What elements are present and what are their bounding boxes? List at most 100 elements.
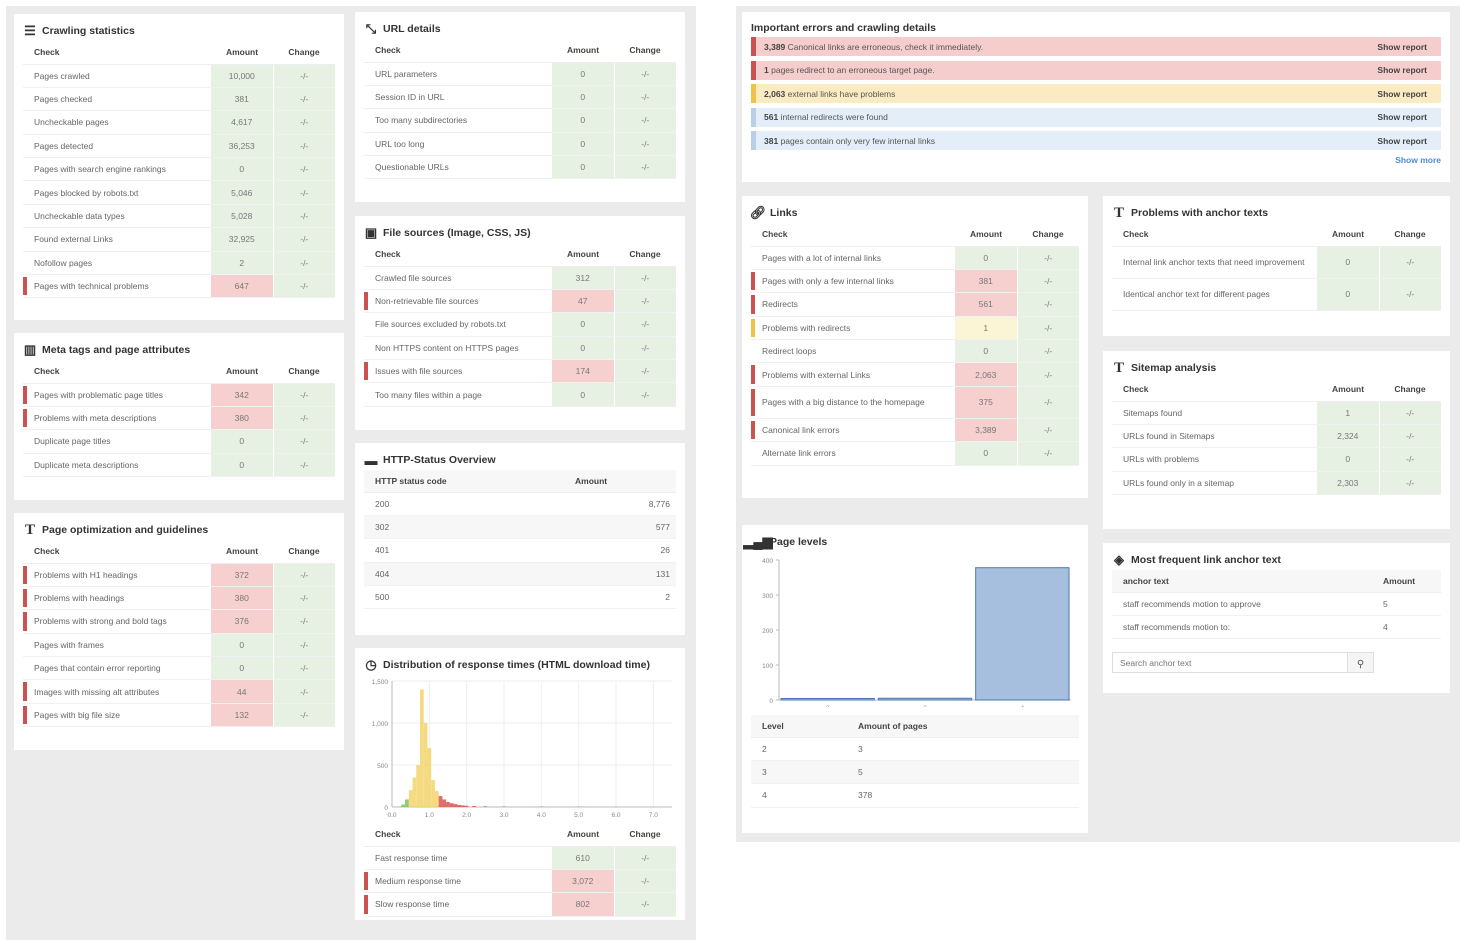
table-row[interactable]: Medium response time 3,072 -/- [364, 869, 676, 894]
table-row[interactable]: URLs with problems 0 -/- [1112, 447, 1441, 472]
error-count: 1 [764, 65, 769, 75]
table-row[interactable]: Non-retrievable file sources 47 -/- [364, 289, 676, 314]
change-cell: -/- [1378, 401, 1441, 425]
bar-chart-icon: ▂▄▆ [743, 534, 773, 549]
status-code: 404 [364, 562, 564, 587]
error-text: 2,063 external links have problems [764, 89, 895, 99]
table-row[interactable]: Uncheckable pages 4,617 -/- [23, 110, 335, 135]
table-row[interactable]: Found external Links 32,925 -/- [23, 227, 335, 252]
table-row[interactable]: Non HTTPS content on HTTPS pages 0 -/- [364, 336, 676, 361]
table-row[interactable]: URLs found only in a sitemap 2,303 -/- [1112, 471, 1441, 496]
http-header-amount: Amount [564, 470, 676, 493]
table-row[interactable]: Pages with technical problems 647 -/- [23, 274, 335, 299]
table-row[interactable]: Sitemaps found 1 -/- [1112, 401, 1441, 425]
change-cell: -/- [272, 110, 335, 135]
table-row[interactable]: Questionable URLs 0 -/- [364, 155, 676, 180]
status-amount-link[interactable]: 2 [564, 585, 676, 610]
show-report-link[interactable]: Show report [1377, 65, 1427, 75]
table-row[interactable]: Problems with meta descriptions 380 -/- [23, 406, 335, 431]
table-row[interactable]: Session ID in URL 0 -/- [364, 85, 676, 110]
status-amount-link[interactable]: 8,776 [564, 492, 676, 516]
table-row[interactable]: Too many subdirectories 0 -/- [364, 108, 676, 133]
anchor-search-input[interactable] [1113, 653, 1347, 673]
table-row[interactable]: Problems with H1 headings 372 -/- [23, 563, 335, 587]
table-row[interactable]: Pages with problematic page titles 342 -/- [23, 383, 335, 407]
change-cell: -/- [613, 312, 676, 337]
sitemap-title: T Sitemap analysis [1112, 358, 1441, 378]
check-label: Pages blocked by robots.txt [23, 180, 211, 205]
table-row[interactable]: Pages that contain error reporting 0 -/- [23, 656, 335, 681]
image-icon: ▣ [364, 225, 378, 240]
table-row: 35 [751, 760, 1079, 785]
table-row[interactable]: Pages with only a few internal links 381-… [751, 269, 1079, 294]
amount-cell: 381 [211, 87, 273, 112]
search-button[interactable]: ⚲ [1347, 653, 1373, 673]
table-row[interactable]: Internal link anchor texts that need imp… [1112, 246, 1441, 279]
table-row[interactable]: Uncheckable data types 5,028 -/- [23, 204, 335, 229]
status-amount-link[interactable]: 26 [564, 538, 676, 563]
check-label: Too many subdirectories [364, 108, 552, 133]
table-row[interactable]: Redirects 561 -/- [751, 292, 1079, 317]
text-icon: T [24, 521, 35, 538]
table-row[interactable]: Pages with frames 0 -/- [23, 633, 335, 658]
check-label: Duplicate page titles [23, 429, 211, 454]
table-row: 500 2 [364, 585, 676, 610]
table-row[interactable]: Pages with search engine rankings 0 -/- [23, 157, 335, 182]
show-report-link[interactable]: Show report [1377, 89, 1427, 99]
table-row[interactable]: Pages with a big distance to the homepag… [751, 386, 1079, 419]
error-message: Canonical links are erroneous, check it … [787, 41, 984, 52]
table-row[interactable]: Duplicate meta descriptions 0 -/- [23, 453, 335, 478]
table-row[interactable]: Canonical link errors 3,389 -/- [751, 418, 1079, 443]
table-row[interactable]: Problems with headings 380 -/- [23, 586, 335, 611]
table-row[interactable]: Pages with big file size 132 -/- [23, 703, 335, 728]
server-icon: ▬ [364, 452, 378, 468]
table-row[interactable]: Pages detected 36,253 -/- [23, 134, 335, 159]
anchor-text-link[interactable]: staff recommends motion to approve [1112, 592, 1372, 616]
important-list: 3,389 Canonical links are erroneous, che… [751, 37, 1441, 150]
y-tick-label: 300 [762, 593, 773, 600]
show-report-link[interactable]: Show report [1377, 136, 1427, 146]
change-cell: -/- [1016, 418, 1079, 443]
table-row[interactable]: File sources excluded by robots.txt 0 -/- [364, 312, 676, 337]
header-check: Check [23, 540, 211, 564]
anchor-text-link[interactable]: staff recommends motion to: [1112, 615, 1372, 640]
table-row[interactable]: URL parameters 0 -/- [364, 62, 676, 86]
show-more-link[interactable]: Show more [1395, 155, 1441, 165]
table-row[interactable]: URL too long 0 -/- [364, 132, 676, 157]
table-row[interactable]: Alternate link errors 0 -/- [751, 441, 1079, 466]
table-row[interactable]: Fast response time 610 -/- [364, 846, 676, 870]
important-card: Important errors and crawling details 3,… [742, 12, 1450, 182]
table-row[interactable]: Problems with redirects 1 -/- [751, 316, 1079, 341]
table-row[interactable]: Redirect loops 0 -/- [751, 339, 1079, 364]
table-row[interactable]: Crawled file sources 312 -/- [364, 266, 676, 290]
table-row[interactable]: Images with missing alt attributes 44 -/- [23, 679, 335, 704]
barcode-icon: ▥ [23, 342, 37, 357]
change-cell: -/- [272, 703, 335, 728]
table-row[interactable]: Problems with strong and bold tags 376 -/- [23, 609, 335, 634]
check-label: Fast response time [364, 846, 552, 870]
show-report-link[interactable]: Show report [1377, 42, 1427, 52]
level-amount[interactable]: 378 [847, 783, 1079, 808]
y-tick-label: 200 [762, 628, 773, 635]
anchor-title: T Problems with anchor texts [1112, 203, 1441, 223]
check-label: Problems with meta descriptions [23, 406, 211, 431]
table-row[interactable]: Identical anchor text for different page… [1112, 278, 1441, 311]
table-row[interactable]: Problems with external Links 2,063 -/- [751, 362, 1079, 387]
table-row[interactable]: Pages checked 381 -/- [23, 87, 335, 112]
table-row[interactable]: Too many files within a page 0 -/- [364, 382, 676, 407]
table-row[interactable]: Duplicate page titles 0 -/- [23, 429, 335, 454]
status-amount-link[interactable]: 577 [564, 515, 676, 540]
show-report-link[interactable]: Show report [1377, 112, 1427, 122]
table-row[interactable]: Nofollow pages 2 -/- [23, 251, 335, 276]
status-amount-link[interactable]: 131 [564, 562, 676, 587]
table-row[interactable]: Pages with a lot of internal links 0 -/- [751, 246, 1079, 270]
table-row[interactable]: Pages crawled 10,000 -/- [23, 64, 335, 88]
amount-cell: 0 [955, 339, 1017, 364]
amount-cell: 10,000 [211, 64, 273, 88]
check-label: URLs found in Sitemaps [1112, 424, 1317, 449]
table-row[interactable]: Pages blocked by robots.txt 5,046 -/- [23, 180, 335, 205]
table-row[interactable]: Slow response time 802 -/- [364, 892, 676, 917]
level-amount: 3 [847, 737, 1079, 761]
table-row[interactable]: URLs found in Sitemaps 2,324 -/- [1112, 424, 1441, 449]
table-row[interactable]: Issues with file sources 174 -/- [364, 359, 676, 384]
